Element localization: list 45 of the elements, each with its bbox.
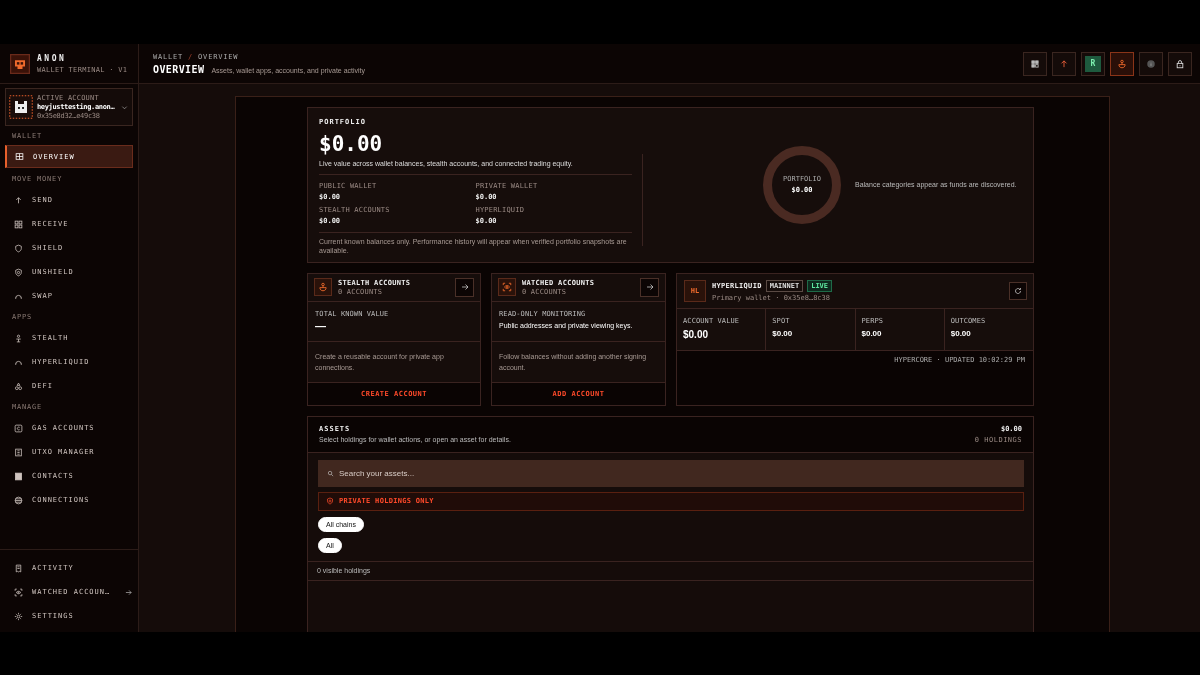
skull-logo-icon — [10, 53, 30, 74]
refresh-icon — [1014, 286, 1022, 295]
brand-name: ANON — [37, 53, 68, 63]
metric-value: $0.00 — [772, 328, 794, 338]
search-field[interactable]: Search your assets... — [318, 459, 1024, 487]
ledger-icon — [14, 447, 23, 457]
arrow-right-icon — [645, 283, 654, 291]
info-icon — [1146, 58, 1156, 69]
metric-value: $0.00 — [861, 328, 883, 338]
eye-icon — [502, 282, 512, 292]
metric-value: $0.00 — [950, 328, 972, 338]
avatar-icon — [9, 95, 33, 119]
open-button[interactable] — [640, 277, 659, 297]
lock-icon — [1175, 58, 1185, 69]
avatar-button[interactable]: R — [1081, 51, 1105, 76]
grid-icon — [14, 219, 23, 229]
figure-icon — [1117, 58, 1127, 69]
portfolio-total: $0.00 — [319, 132, 384, 156]
arrow-up-icon — [1059, 58, 1069, 69]
contact-card-icon — [14, 471, 23, 481]
gear-icon — [14, 611, 23, 621]
shield-ring-icon — [326, 497, 334, 505]
metric-value: $0.00 — [683, 328, 710, 340]
globe-icon — [14, 495, 23, 505]
coin-card-icon — [14, 423, 23, 433]
receipt-icon — [14, 563, 23, 573]
figure-icon — [14, 333, 23, 343]
search-icon — [327, 469, 334, 477]
page-title: OVERVIEW — [153, 63, 205, 75]
stat-value: — — [315, 319, 327, 332]
open-button[interactable] — [455, 277, 474, 297]
shield-ring-icon — [14, 267, 23, 277]
toolbar-button[interactable] — [1168, 51, 1192, 76]
shapes-icon — [14, 381, 23, 391]
eye-icon — [14, 587, 23, 597]
shield-icon — [14, 243, 23, 253]
refresh-button[interactable] — [1009, 281, 1027, 300]
layout-icon — [15, 152, 24, 161]
toolbar-button[interactable] — [1023, 51, 1047, 76]
toolbar-button[interactable] — [1110, 51, 1134, 76]
chevron-down-icon — [121, 103, 128, 111]
arrow-up-icon — [14, 195, 23, 205]
grid-icon — [1030, 58, 1040, 69]
figure-icon — [318, 282, 328, 292]
arrow-right-icon — [460, 283, 469, 291]
